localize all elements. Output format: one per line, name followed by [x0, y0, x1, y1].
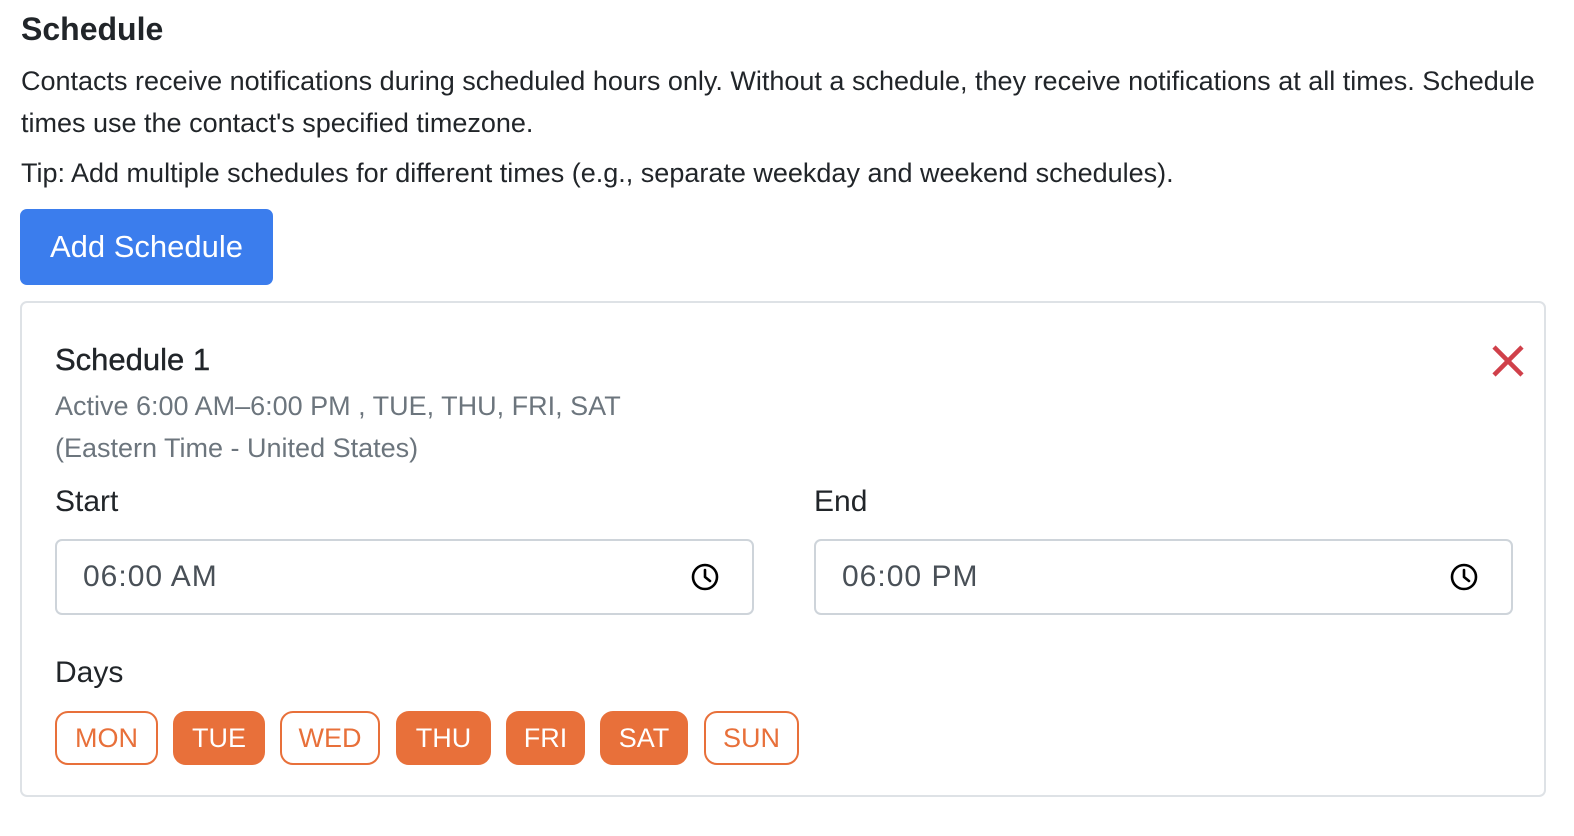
section-description: Contacts receive notifications during sc…	[21, 66, 1535, 138]
schedule-summary: Active 6:00 AM–6:00 PM , TUE, THU, FRI, …	[55, 385, 621, 469]
schedule-card: Schedule 1 Active 6:00 AM–6:00 PM , TUE,…	[20, 301, 1546, 797]
end-hour[interactable]: 06	[842, 560, 877, 593]
end-time-input[interactable]: 06:00 PM	[814, 539, 1513, 615]
start-minute[interactable]: 00	[128, 560, 163, 593]
start-time-value: 06:00 AM	[83, 560, 218, 593]
schedule-active-text: Active 6:00 AM–6:00 PM , TUE, THU, FRI, …	[55, 391, 621, 421]
add-schedule-button[interactable]: Add Schedule	[20, 209, 273, 285]
days-label: Days	[55, 656, 124, 689]
end-label: End	[814, 485, 868, 518]
day-toggle-thu[interactable]: THU	[396, 711, 491, 765]
start-period[interactable]: AM	[171, 560, 218, 593]
start-label: Start	[55, 485, 119, 518]
clock-icon[interactable]	[1449, 562, 1479, 592]
clock-icon[interactable]	[690, 562, 720, 592]
end-time-value: 06:00 PM	[842, 560, 979, 593]
day-toggle-tue[interactable]: TUE	[173, 711, 265, 765]
day-toggle-fri[interactable]: FRI	[506, 711, 585, 765]
schedule-timezone: (Eastern Time - United States)	[55, 433, 419, 463]
day-toggle-mon[interactable]: MON	[55, 711, 158, 765]
start-time-input[interactable]: 06:00 AM	[55, 539, 754, 615]
end-period[interactable]: PM	[931, 560, 978, 593]
close-icon	[1492, 345, 1524, 377]
day-toggle-sat[interactable]: SAT	[600, 711, 688, 765]
section-title: Schedule	[21, 11, 164, 47]
section-tip: Tip: Add multiple schedules for differen…	[21, 158, 1174, 188]
end-minute[interactable]: 00	[887, 560, 922, 593]
schedule-section: Schedule Contacts receive notifications …	[0, 0, 1574, 836]
remove-schedule-button[interactable]	[1488, 341, 1528, 381]
day-toggle-sun[interactable]: SUN	[704, 711, 799, 765]
start-hour[interactable]: 06	[83, 560, 118, 593]
schedule-title: Schedule 1	[55, 342, 211, 377]
day-toggle-wed[interactable]: WED	[280, 711, 380, 765]
